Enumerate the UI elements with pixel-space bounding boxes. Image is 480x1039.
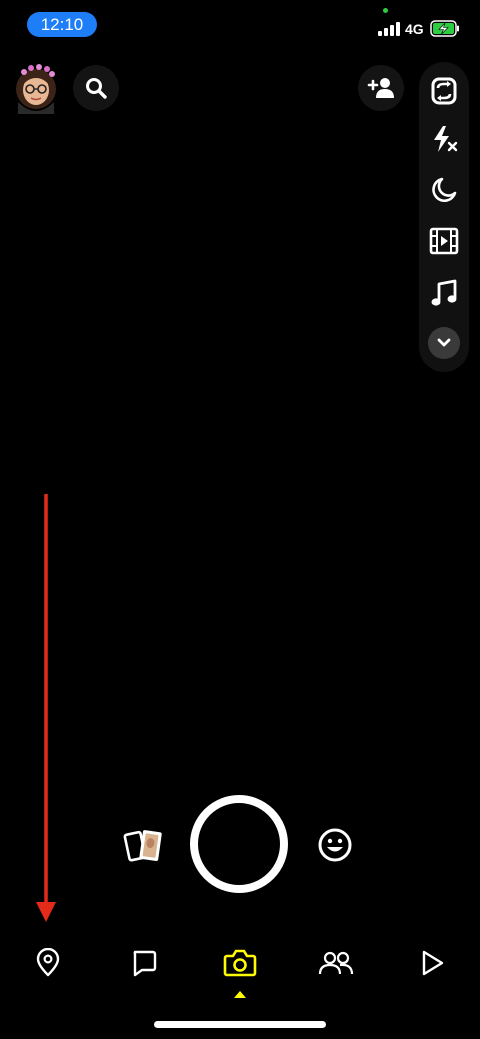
music-button[interactable]	[419, 273, 469, 313]
home-indicator[interactable]	[154, 1021, 326, 1028]
shutter-button[interactable]	[190, 795, 288, 893]
network-type: 4G	[405, 21, 424, 37]
flip-camera-icon	[431, 77, 457, 105]
flash-toggle-button[interactable]	[419, 119, 469, 159]
flip-camera-button[interactable]	[419, 71, 469, 111]
search-button[interactable]	[73, 65, 119, 111]
red-annotation-arrow	[36, 494, 56, 922]
privacy-indicator-dot	[383, 8, 388, 13]
add-friend-icon	[367, 78, 394, 98]
nav-friends[interactable]	[311, 940, 361, 986]
add-friend-button[interactable]	[358, 65, 404, 111]
camera-tools-rail	[419, 62, 469, 372]
nav-map[interactable]	[23, 940, 73, 986]
flash-off-icon	[434, 126, 458, 152]
battery-charging-icon	[430, 20, 459, 37]
play-icon	[422, 950, 444, 976]
nav-spotlight[interactable]	[407, 940, 457, 986]
status-time: 12:10	[27, 12, 97, 37]
cellular-signal-icon	[378, 22, 402, 36]
night-mode-icon	[432, 177, 457, 202]
nav-camera[interactable]	[215, 940, 265, 986]
video-film-icon	[429, 227, 459, 255]
night-mode-button[interactable]	[419, 170, 469, 210]
more-tools-button[interactable]	[428, 327, 460, 359]
friends-icon	[318, 951, 354, 975]
map-pin-icon	[36, 948, 60, 977]
music-icon	[431, 279, 457, 306]
nav-chat[interactable]	[119, 940, 169, 986]
chat-icon	[133, 950, 157, 977]
memories-icon[interactable]	[122, 826, 166, 866]
lens-smiley-icon[interactable]	[316, 826, 354, 864]
camera-icon	[223, 949, 257, 977]
active-tab-indicator	[234, 991, 246, 998]
search-icon	[86, 78, 107, 99]
bitmoji-avatar[interactable]	[10, 62, 62, 114]
video-mode-button[interactable]	[419, 221, 469, 261]
camera-screen: 12:10 4G	[0, 0, 480, 1039]
chevron-down-icon	[437, 338, 451, 347]
